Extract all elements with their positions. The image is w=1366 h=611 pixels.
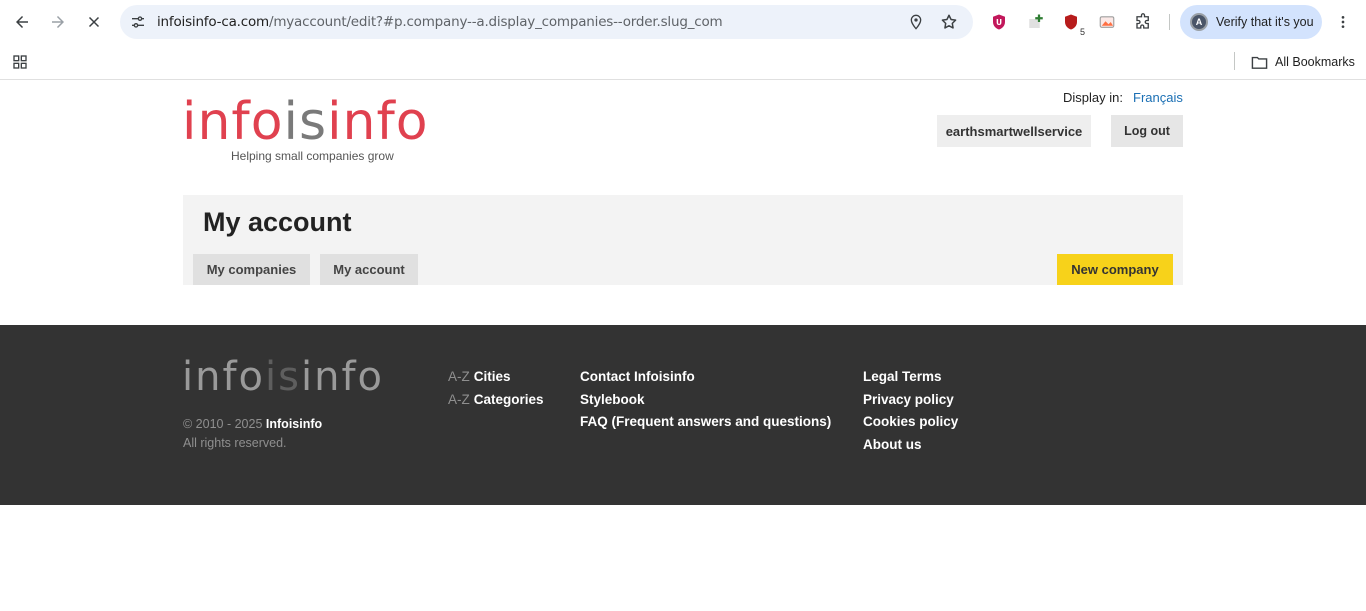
footer-link-cities[interactable]: A-Z Cities	[448, 366, 544, 389]
avatar: A	[1190, 13, 1208, 31]
bookmark-star-icon[interactable]	[939, 12, 959, 32]
bookmarks-separator	[1234, 52, 1235, 70]
browser-menu-icon[interactable]	[1333, 12, 1353, 32]
arrow-right-icon	[52, 16, 64, 28]
copyright-brand: Infoisinfo	[265, 417, 323, 431]
cities-label: Cities	[473, 369, 511, 384]
page-title: My account	[203, 207, 352, 237]
svg-text:U: U	[996, 18, 1002, 27]
arrow-left-icon	[16, 16, 28, 28]
new-company-button[interactable]: New company	[1057, 254, 1173, 285]
ublock-extension-icon[interactable]: U	[988, 11, 1010, 33]
footer-link-cookies[interactable]: Cookies policy	[863, 411, 958, 434]
footer-logo: infoisinfo	[182, 355, 384, 399]
tab-my-companies[interactable]: My companies	[193, 254, 310, 285]
site-logo[interactable]: infoisinfo	[182, 92, 429, 152]
footer-link-contact[interactable]: Contact Infoisinfo	[580, 366, 831, 389]
url-host: infoisinfo-ca.com	[157, 14, 269, 30]
footer-az-column: A-Z Cities A-Z Categories	[448, 366, 544, 411]
logo-part-2: is	[283, 92, 328, 152]
footer-link-legal-terms[interactable]: Legal Terms	[863, 366, 958, 389]
toolbar-separator	[1169, 14, 1170, 30]
url-path: /myaccount/edit?#p.company--a.display_co…	[268, 14, 723, 30]
verify-label: Verify that it's you	[1216, 15, 1314, 29]
account-panel: My account My companies My account New c…	[183, 195, 1183, 285]
footer: infoisinfo © 2010 - 2025 Infoisinfo All …	[0, 325, 1366, 505]
all-bookmarks-button[interactable]: All Bookmarks	[1251, 51, 1355, 73]
footer-info-column: Contact Infoisinfo Stylebook FAQ (Freque…	[580, 366, 831, 434]
footer-link-categories[interactable]: A-Z Categories	[448, 389, 544, 412]
bookmarks-bar: All Bookmarks	[0, 44, 1366, 80]
all-bookmarks-label: All Bookmarks	[1275, 55, 1355, 69]
rights-reserved: All rights reserved.	[183, 436, 287, 450]
footer-link-privacy[interactable]: Privacy policy	[863, 389, 958, 412]
copyright-prefix: © 2010 - 2025	[183, 417, 263, 431]
footer-logo-part-2: is	[265, 354, 301, 400]
footer-link-about[interactable]: About us	[863, 434, 958, 457]
footer-link-stylebook[interactable]: Stylebook	[580, 389, 831, 412]
az-prefix: A-Z	[448, 369, 470, 384]
tab-my-account[interactable]: My account	[320, 254, 418, 285]
stop-loading-button[interactable]	[80, 8, 108, 36]
az-prefix: A-Z	[448, 391, 470, 407]
verify-identity-button[interactable]: A Verify that it's you	[1180, 5, 1322, 39]
back-button[interactable]	[8, 8, 36, 36]
add-extension-icon[interactable]	[1025, 11, 1047, 33]
username-button[interactable]: earthsmartwellservice	[937, 115, 1091, 147]
site-info-icon[interactable]	[128, 12, 148, 32]
logo-part-1: info	[182, 92, 284, 152]
footer-legal-column: Legal Terms Privacy policy Cookies polic…	[863, 366, 958, 456]
footer-logo-part-1: info	[182, 354, 266, 400]
footer-logo-part-3: info	[300, 354, 385, 400]
folder-icon	[1251, 56, 1268, 69]
logout-button[interactable]: Log out	[1111, 115, 1183, 147]
language-link[interactable]: Français	[1133, 90, 1183, 105]
url-text: infoisinfo-ca.com/myaccount/edit?#p.comp…	[157, 14, 723, 30]
logo-part-3: info	[327, 92, 429, 152]
display-in-label: Display in:	[1063, 90, 1123, 105]
address-bar[interactable]: infoisinfo-ca.com/myaccount/edit?#p.comp…	[120, 5, 973, 39]
location-pin-icon[interactable]	[906, 12, 926, 32]
browser-toolbar: infoisinfo-ca.com/myaccount/edit?#p.comp…	[0, 0, 1366, 44]
copyright: © 2010 - 2025 Infoisinfo	[183, 417, 322, 431]
categories-label: Categories	[473, 391, 544, 407]
apps-grid-icon[interactable]	[10, 52, 30, 72]
shield-extension-icon[interactable]: 5	[1060, 11, 1087, 38]
image-extension-icon[interactable]	[1096, 11, 1118, 33]
forward-button[interactable]	[44, 8, 72, 36]
tagline: Helping small companies grow	[231, 149, 394, 163]
page-content: infoisinfo Helping small companies grow …	[0, 80, 1366, 611]
puzzle-extensions-icon[interactable]	[1132, 11, 1154, 33]
close-icon	[88, 16, 100, 28]
extension-badge: 5	[1077, 27, 1087, 38]
footer-link-faq[interactable]: FAQ (Frequent answers and questions)	[580, 411, 831, 434]
